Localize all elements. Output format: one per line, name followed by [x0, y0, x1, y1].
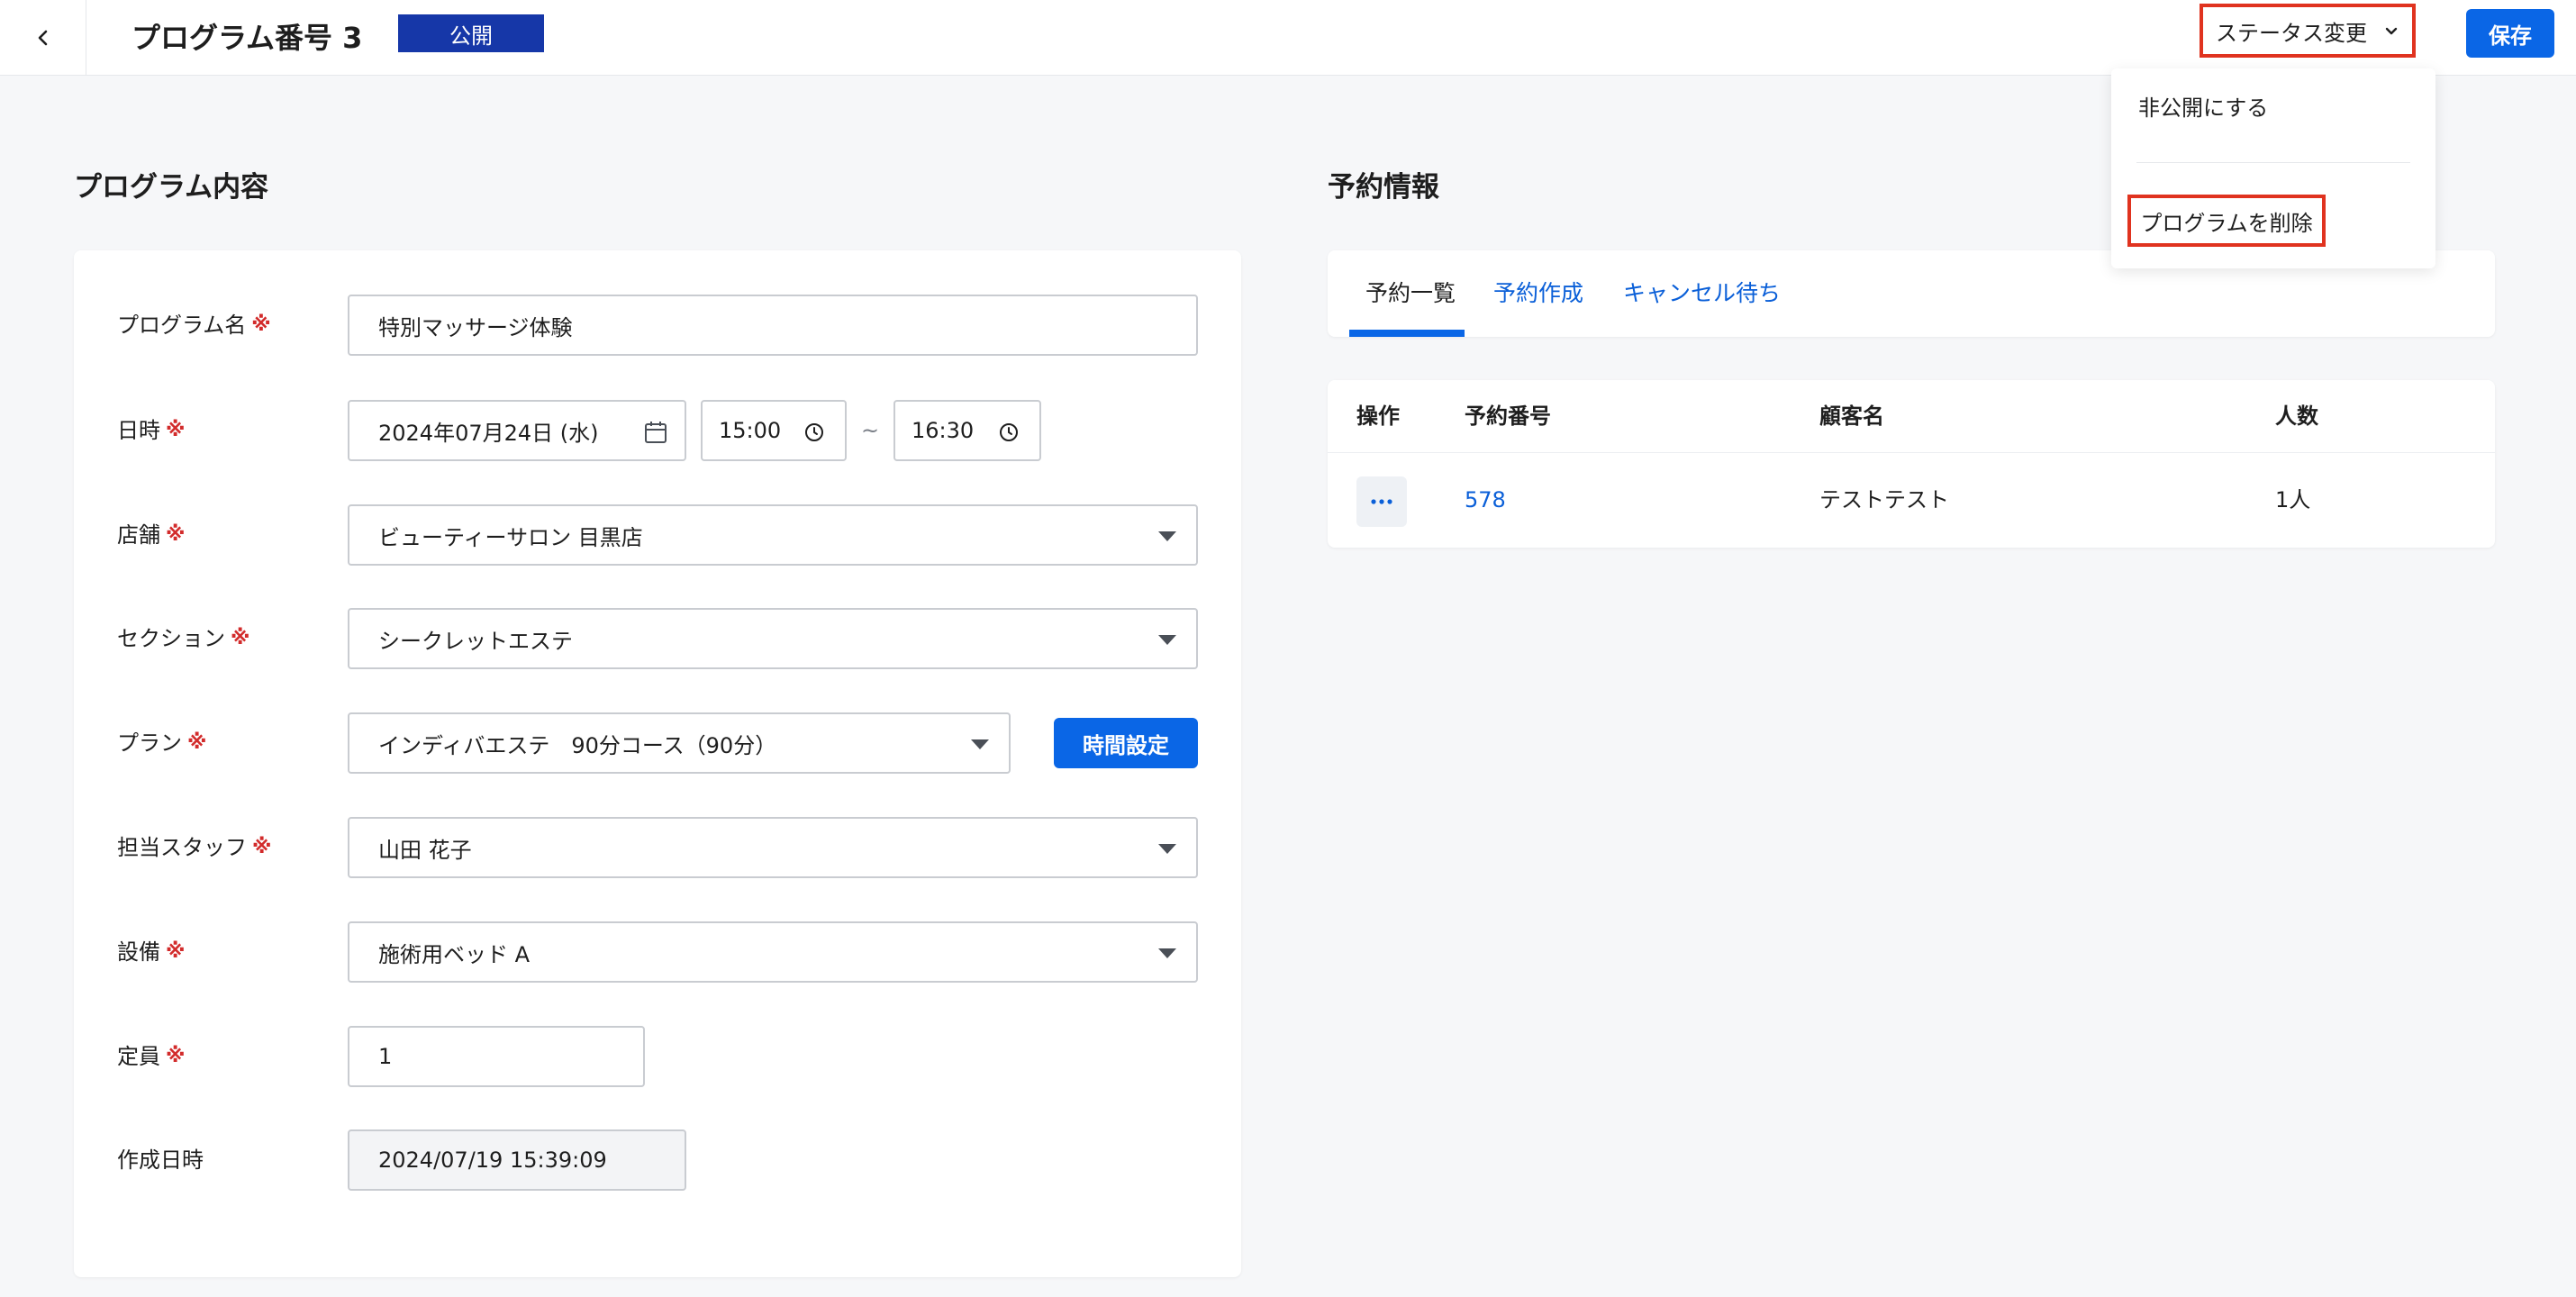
back-button[interactable]	[0, 0, 86, 76]
menu-item-unpublish[interactable]: 非公開にする	[2138, 90, 2268, 126]
required-mark: ※	[187, 731, 207, 754]
label-text: 店舗	[117, 522, 160, 548]
end-time-value: 16:30	[912, 418, 975, 443]
form-row-capacity: 定員 ※ 1	[74, 1026, 1241, 1087]
label-plan: プラン ※	[117, 712, 206, 774]
active-tab-indicator	[1349, 330, 1465, 337]
tab-waitlist[interactable]: キャンセル待ち	[1623, 250, 1781, 337]
capacity-value: 1	[378, 1044, 393, 1069]
plan-select[interactable]: インディバエステ 90分コース（90分）	[348, 712, 1011, 774]
column-header-action: 操作	[1356, 404, 1400, 429]
caret-down-icon	[1158, 948, 1176, 958]
time-range-separator: ~	[861, 418, 880, 443]
form-row-name: プログラム名 ※ 特別マッサージ体験	[74, 295, 1241, 356]
status-change-button[interactable]: ステータス変更	[2200, 4, 2416, 58]
column-header-number: 予約番号	[1465, 404, 1551, 429]
program-form-card: プログラム名 ※ 特別マッサージ体験 日時 ※ 2024年07月24日 (水) …	[74, 250, 1241, 1277]
form-row-plan: プラン ※ インディバエステ 90分コース（90分） 時間設定	[74, 712, 1241, 774]
label-equipment: 設備 ※	[117, 921, 185, 983]
form-row-datetime: 日時 ※ 2024年07月24日 (水) 15:00 ~ 16:30	[74, 400, 1241, 461]
capacity-input[interactable]: 1	[348, 1026, 645, 1087]
row-actions-button[interactable]	[1356, 476, 1407, 527]
program-section-title: プログラム内容	[74, 171, 269, 204]
section-value: シークレットエステ	[378, 628, 573, 654]
label-capacity: 定員 ※	[117, 1026, 185, 1087]
chevron-left-icon	[38, 30, 47, 46]
required-mark: ※	[166, 940, 186, 963]
section-select[interactable]: シークレットエステ	[348, 608, 1198, 669]
menu-item-delete-program[interactable]: プログラムを削除	[2127, 195, 2326, 247]
start-time-input[interactable]: 15:00	[701, 400, 847, 461]
required-mark: ※	[231, 627, 250, 649]
party-size: 1人	[2275, 487, 2311, 512]
required-mark: ※	[251, 313, 271, 336]
clock-icon	[1000, 423, 1018, 441]
label-store: 店舗 ※	[117, 504, 185, 566]
label-text: 日時	[117, 418, 160, 443]
status-dropdown-menu: 非公開にする プログラムを削除	[2111, 68, 2435, 268]
equipment-select[interactable]: 施術用ベッド A	[348, 921, 1198, 983]
date-value: 2024年07月24日 (水)	[378, 420, 599, 446]
required-mark: ※	[166, 419, 186, 441]
caret-down-icon	[1158, 844, 1176, 854]
page-title: プログラム番号 3	[132, 21, 363, 55]
equipment-value: 施術用ベッド A	[378, 941, 531, 967]
required-mark: ※	[166, 1045, 186, 1067]
menu-divider	[2136, 162, 2410, 163]
created-at-field: 2024/07/19 15:39:09	[348, 1129, 686, 1191]
save-button[interactable]: 保存	[2466, 9, 2554, 58]
tab-reservation-list[interactable]: 予約一覧	[1365, 250, 1456, 337]
column-header-customer: 顧客名	[1819, 404, 1884, 429]
chevron-down-icon	[2385, 27, 2398, 35]
caret-down-icon	[1158, 531, 1176, 541]
store-select[interactable]: ビューティーサロン 目黒店	[348, 504, 1198, 566]
clock-icon	[805, 423, 823, 441]
label-text: 定員	[117, 1044, 160, 1069]
status-change-label: ステータス変更	[2216, 20, 2367, 46]
staff-value: 山田 花子	[378, 837, 472, 863]
label-text: セクション	[117, 626, 225, 651]
caret-down-icon	[971, 739, 989, 749]
store-value: ビューティーサロン 目黒店	[378, 524, 643, 550]
plan-value: インディバエステ 90分コース（90分）	[378, 732, 777, 758]
label-datetime: 日時 ※	[117, 400, 185, 461]
label-program-name: プログラム名 ※	[117, 295, 271, 356]
column-header-count: 人数	[2275, 404, 2318, 429]
required-mark: ※	[166, 523, 186, 546]
label-text: 作成日時	[117, 1147, 204, 1173]
calendar-icon	[645, 422, 667, 443]
status-badge: 公開	[398, 14, 544, 52]
program-name-input[interactable]: 特別マッサージ体験	[348, 295, 1198, 356]
form-row-store: 店舗 ※ ビューティーサロン 目黒店	[74, 504, 1241, 566]
table-row: 578 テストテスト 1人	[1328, 453, 2495, 548]
reservation-table: 操作 予約番号 顧客名 人数 578 テストテスト 1人	[1328, 380, 2495, 548]
label-text: プラン	[117, 730, 182, 756]
form-row-staff: 担当スタッフ ※ 山田 花子	[74, 817, 1241, 878]
caret-down-icon	[1158, 635, 1176, 645]
form-row-equipment: 設備 ※ 施術用ベッド A	[74, 921, 1241, 983]
reservation-number-link[interactable]: 578	[1465, 453, 1506, 548]
top-bar: プログラム番号 3 公開 ステータス変更 保存	[0, 0, 2576, 76]
form-row-section: セクション ※ シークレットエステ	[74, 608, 1241, 669]
staff-select[interactable]: 山田 花子	[348, 817, 1198, 878]
tab-create-reservation[interactable]: 予約作成	[1493, 250, 1583, 337]
label-text: 設備	[117, 939, 160, 965]
label-staff: 担当スタッフ ※	[117, 817, 271, 878]
required-mark: ※	[252, 836, 272, 858]
form-row-created: 作成日時 2024/07/19 15:39:09	[74, 1129, 1241, 1191]
program-name-value: 特別マッサージ体験	[378, 314, 573, 340]
label-section: セクション ※	[117, 608, 249, 669]
label-text: プログラム名	[117, 313, 247, 338]
label-text: 担当スタッフ	[117, 835, 247, 860]
end-time-input[interactable]: 16:30	[893, 400, 1041, 461]
date-picker-input[interactable]: 2024年07月24日 (水)	[348, 400, 686, 461]
more-horizontal-icon	[1371, 499, 1392, 504]
customer-name: テストテスト	[1819, 487, 1949, 512]
reservation-section-title: 予約情報	[1328, 171, 1439, 204]
label-created: 作成日時	[117, 1129, 204, 1191]
time-setting-button[interactable]: 時間設定	[1054, 718, 1198, 768]
created-at-value: 2024/07/19 15:39:09	[378, 1147, 607, 1173]
start-time-value: 15:00	[719, 418, 782, 443]
